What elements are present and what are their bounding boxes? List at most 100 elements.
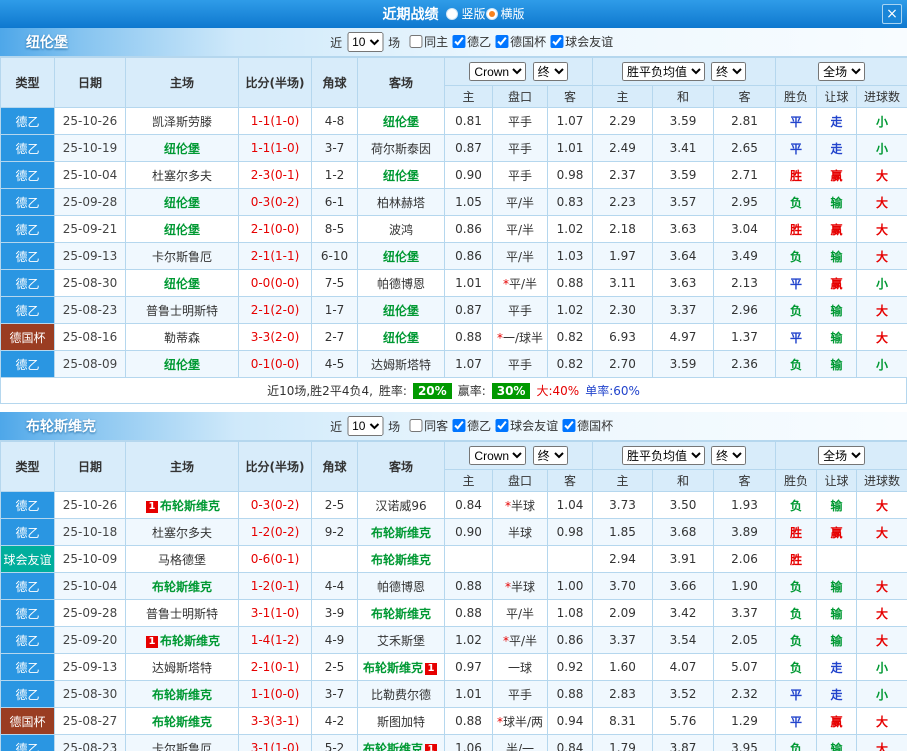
europe-odds-time-select[interactable]: 终 [711,62,747,81]
col-asian-away: 客 [546,469,594,492]
match-type-cell: 德乙 [0,215,55,243]
col-asian-handicap: 盘口 [492,469,548,492]
odds-company-select[interactable]: Crown [469,446,527,465]
recent-count-select[interactable]: 10 [347,32,384,52]
match-date-cell: 25-10-26 [54,491,126,519]
checkbox-input[interactable] [562,419,576,432]
away-team-cell: 达姆斯塔特 [357,350,445,378]
europe-draw-odds-cell: 3.37 [652,296,715,324]
match-row: 德乙 25-10-18 杜塞尔多夫 1-2(0-2) 9-2 布轮斯维克 0.90 半球 0.9… [0,518,907,546]
asian-home-odds-cell: 0.90 [444,161,493,189]
goals-result-cell: 大 [856,734,907,751]
match-type-cell: 球会友谊 [0,545,55,573]
checkbox-input[interactable] [452,419,466,432]
filter-checkboxes: 同主 德乙 德国杯 球会友谊 [405,33,613,51]
europe-draw-odds-cell: 3.91 [652,545,715,573]
europe-away-odds-cell: 2.96 [713,296,777,324]
filter-checkbox[interactable]: 德乙 [452,417,491,434]
checkbox-input[interactable] [452,35,466,48]
filter-checkbox[interactable]: 同主 [409,33,448,50]
checkbox-input[interactable] [409,419,423,432]
checkbox-input[interactable] [495,35,509,48]
result-cell: 平 [775,707,818,735]
match-row: 德乙 25-10-26 1 布轮斯维克 0-3(0-2) 2-5 汉诺威96 0.84 *半球 1… [0,491,907,519]
match-type-cell: 德乙 [0,518,55,546]
asian-away-odds-cell: 0.84 [546,734,594,751]
match-date-cell: 25-10-19 [54,134,126,162]
recent-count-select[interactable]: 10 [347,416,384,436]
home-team-cell: 纽伦堡 [125,134,239,162]
asian-home-odds-cell: 0.88 [444,323,493,351]
filter-checkbox[interactable]: 球会友谊 [550,33,613,50]
checkbox-input[interactable] [550,35,564,48]
europe-odds-select[interactable]: 胜平负均值 [621,62,705,81]
europe-away-odds-cell: 2.81 [713,107,777,135]
result-cell: 胜 [775,518,818,546]
filter-bar: 近 10 场 同客 德乙 球会友谊 德国杯 [330,416,613,436]
filter-checkbox[interactable]: 德国杯 [562,417,613,434]
result-cell: 胜 [775,545,818,573]
europe-draw-odds-cell: 3.50 [652,491,715,519]
checkbox-input[interactable] [409,35,423,48]
team-name-text: 马格德堡 [157,552,206,567]
col-type: 类型 [0,441,55,492]
filter-checkbox[interactable]: 同客 [409,417,448,434]
europe-away-odds-cell: 1.37 [713,323,777,351]
match-date-cell: 25-08-27 [54,707,126,735]
asian-handicap-cell: 平/半 [492,599,548,627]
filter-checkbox[interactable]: 球会友谊 [495,417,558,434]
scope-select[interactable]: 全场 [818,62,866,81]
europe-away-odds-cell: 3.95 [713,734,777,751]
team-name-text: 帕德博恩 [376,276,425,291]
europe-odds-time-select[interactable]: 终 [711,446,747,465]
goals-result-cell: 小 [856,680,907,708]
europe-away-odds-cell: 2.95 [713,188,777,216]
europe-home-odds-cell: 3.37 [592,626,654,654]
europe-home-odds-cell: 8.31 [592,707,654,735]
match-type-cell: 德乙 [0,680,55,708]
layout-radio-option[interactable]: 横版 [485,5,525,22]
close-button[interactable]: × [882,4,902,24]
away-team-cell: 柏林赫塔 [357,188,445,216]
section-header: 纽伦堡 近 10 场 同主 德乙 德国杯 球会友谊 [0,28,907,57]
scope-group-header: 全场 [775,57,907,86]
europe-odds-select[interactable]: 胜平负均值 [621,446,705,465]
away-team-cell: 帕德博恩 [357,572,445,600]
score-cell: 2-1(2-0) [238,296,312,324]
home-team-cell: 1 布轮斯维克 [125,491,239,519]
handicap-win-value: 30% [491,382,531,399]
col-date: 日期 [54,57,126,108]
europe-home-odds-cell: 3.11 [592,269,654,297]
europe-draw-odds-cell: 3.66 [652,572,715,600]
asian-odds-time-select[interactable]: 终 [532,446,568,465]
score-cell: 1-1(0-0) [238,680,312,708]
asian-odds-time-select[interactable]: 终 [532,62,568,81]
team-name-text: 杜塞尔多夫 [151,168,212,183]
result-cell: 负 [775,491,818,519]
score-cell: 0-3(0-2) [238,491,312,519]
table-header-row-1: 类型 日期 主场 比分(半场) 角球 客场 Crown 终 胜平负均值 终 全场 [0,57,907,108]
col-asian-away: 客 [546,85,594,108]
layout-radio-option[interactable]: 竖版 [446,5,486,22]
win-rate-value: 20% [412,382,452,399]
radio-icon[interactable] [446,7,459,20]
asian-home-odds-cell: 1.01 [444,269,493,297]
asian-handicap-cell: 平手 [492,107,548,135]
home-team-cell: 勒蒂森 [125,323,239,351]
away-team-cell: 斯图加特 [357,707,445,735]
asian-handicap-cell: *球半/两 [492,707,548,735]
europe-away-odds-cell: 2.13 [713,269,777,297]
match-date-cell: 25-09-20 [54,626,126,654]
checkbox-input[interactable] [495,419,509,432]
match-row: 德国杯 25-08-16 勒蒂森 3-3(2-0) 2-7 纽伦堡 0.88 *一/球半 0.8… [0,323,907,351]
europe-home-odds-cell: 1.79 [592,734,654,751]
europe-home-odds-cell: 2.09 [592,599,654,627]
europe-away-odds-cell: 1.90 [713,572,777,600]
match-date-cell: 25-10-04 [54,572,126,600]
radio-icon[interactable] [485,7,498,20]
col-europe-away: 客 [713,85,777,108]
odds-company-select[interactable]: Crown [469,62,527,81]
filter-checkbox[interactable]: 德国杯 [495,33,546,50]
filter-checkbox[interactable]: 德乙 [452,33,491,50]
scope-select[interactable]: 全场 [818,446,866,465]
